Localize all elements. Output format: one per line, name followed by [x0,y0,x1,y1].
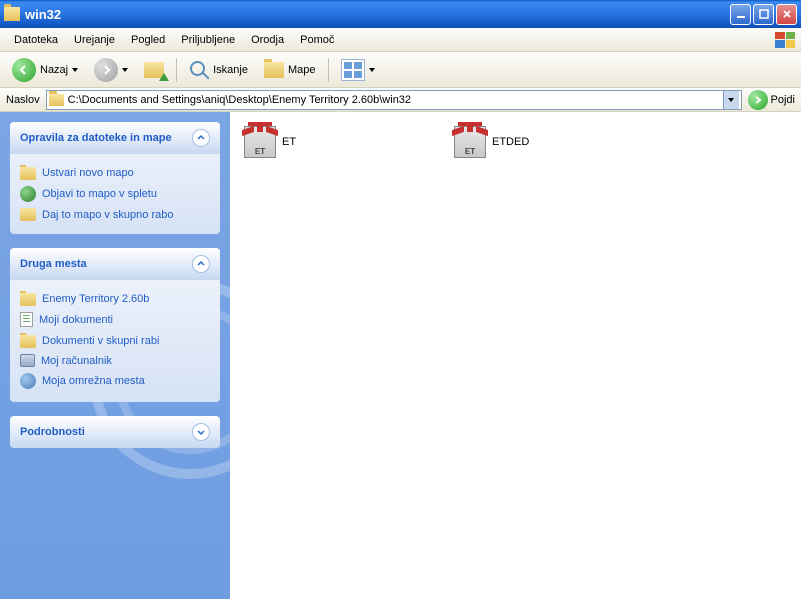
file-pane[interactable]: ET ET ET ETDED [230,112,801,599]
forward-arrow-icon [94,58,118,82]
menu-edit[interactable]: Urejanje [66,31,123,49]
file-name: ETDED [492,136,529,148]
places-panel-header[interactable]: Druga mesta [10,248,220,280]
views-button[interactable] [335,56,381,84]
tasks-panel: Opravila za datoteke in mape Ustvari nov… [10,122,220,234]
task-label: Objavi to mapo v spletu [42,188,157,200]
task-label: Daj to mapo v skupno rabo [42,209,173,221]
folder-icon [4,7,20,21]
folders-label: Mape [288,64,316,76]
address-label: Naslov [6,94,40,106]
chevron-down-icon [72,68,78,72]
globe-icon [20,186,36,202]
place-label: Dokumenti v skupni rabi [42,335,159,347]
network-icon [20,373,36,389]
details-panel: Podrobnosti [10,416,220,448]
separator [176,58,177,82]
folder-icon [20,335,36,348]
tasks-title: Opravila za datoteke in mape [20,132,172,144]
application-icon: ET [244,126,276,158]
search-button[interactable]: Iskanje [183,57,254,83]
task-label: Ustvari novo mapo [42,167,134,179]
file-name: ET [282,136,296,148]
details-title: Podrobnosti [20,426,85,438]
go-button[interactable]: Pojdi [748,90,795,110]
go-arrow-icon [748,90,768,110]
toolbar: Nazaj Iskanje Mape [0,52,801,88]
menu-file[interactable]: Datoteka [6,31,66,49]
place-my-documents[interactable]: Moji dokumenti [20,309,210,330]
application-icon: ET [454,126,486,158]
folders-button[interactable]: Mape [258,59,322,81]
documents-icon [20,312,33,327]
collapse-icon [192,129,210,147]
places-title: Druga mesta [20,258,87,270]
address-input[interactable] [68,94,719,106]
address-bar: Naslov Pojdi [0,88,801,112]
folder-icon [49,94,64,106]
task-new-folder[interactable]: Ustvari novo mapo [20,162,210,183]
place-label: Enemy Territory 2.60b [42,293,149,305]
place-my-computer[interactable]: Moj računalnik [20,351,210,370]
window-titlebar: win32 [0,0,801,28]
menu-bar: Datoteka Urejanje Pogled Priljubljene Or… [0,28,801,52]
up-button[interactable] [138,59,170,81]
sidebar: Opravila za datoteke in mape Ustvari nov… [0,112,230,599]
chevron-down-icon [122,68,128,72]
menu-favorites[interactable]: Priljubljene [173,31,243,49]
collapse-icon [192,255,210,273]
folder-up-icon [144,62,164,78]
details-panel-header[interactable]: Podrobnosti [10,416,220,448]
computer-icon [20,354,35,367]
task-share[interactable]: Daj to mapo v skupno rabo [20,205,210,224]
back-arrow-icon [12,58,36,82]
share-folder-icon [20,208,36,221]
address-field[interactable] [46,90,742,110]
folder-icon [20,167,36,180]
address-dropdown[interactable] [723,91,739,109]
menu-tools[interactable]: Orodja [243,31,292,49]
file-item[interactable]: ET ETDED [452,124,662,160]
minimize-button[interactable] [730,4,751,25]
maximize-button[interactable] [753,4,774,25]
places-panel: Druga mesta Enemy Territory 2.60b Moji d… [10,248,220,402]
tasks-panel-header[interactable]: Opravila za datoteke in mape [10,122,220,154]
forward-button[interactable] [88,55,134,85]
folder-icon [264,62,284,78]
close-button[interactable] [776,4,797,25]
folder-icon [20,293,36,306]
search-icon [189,60,209,80]
menu-help[interactable]: Pomoč [292,31,342,49]
place-shared-documents[interactable]: Dokumenti v skupni rabi [20,330,210,351]
expand-icon [192,423,210,441]
go-label: Pojdi [771,94,795,106]
chevron-down-icon [369,68,375,72]
search-label: Iskanje [213,64,248,76]
views-icon [341,59,365,81]
menu-view[interactable]: Pogled [123,31,173,49]
separator [328,58,329,82]
place-parent-folder[interactable]: Enemy Territory 2.60b [20,288,210,309]
place-network[interactable]: Moja omrežna mesta [20,370,210,392]
task-publish[interactable]: Objavi to mapo v spletu [20,183,210,205]
place-label: Moji dokumenti [39,314,113,326]
back-label: Nazaj [40,64,68,76]
back-button[interactable]: Nazaj [6,55,84,85]
window-title: win32 [25,7,730,22]
file-item[interactable]: ET ET [242,124,452,160]
chevron-down-icon [728,98,734,102]
windows-flag-icon [775,32,795,48]
place-label: Moja omrežna mesta [42,375,145,387]
place-label: Moj računalnik [41,355,112,367]
